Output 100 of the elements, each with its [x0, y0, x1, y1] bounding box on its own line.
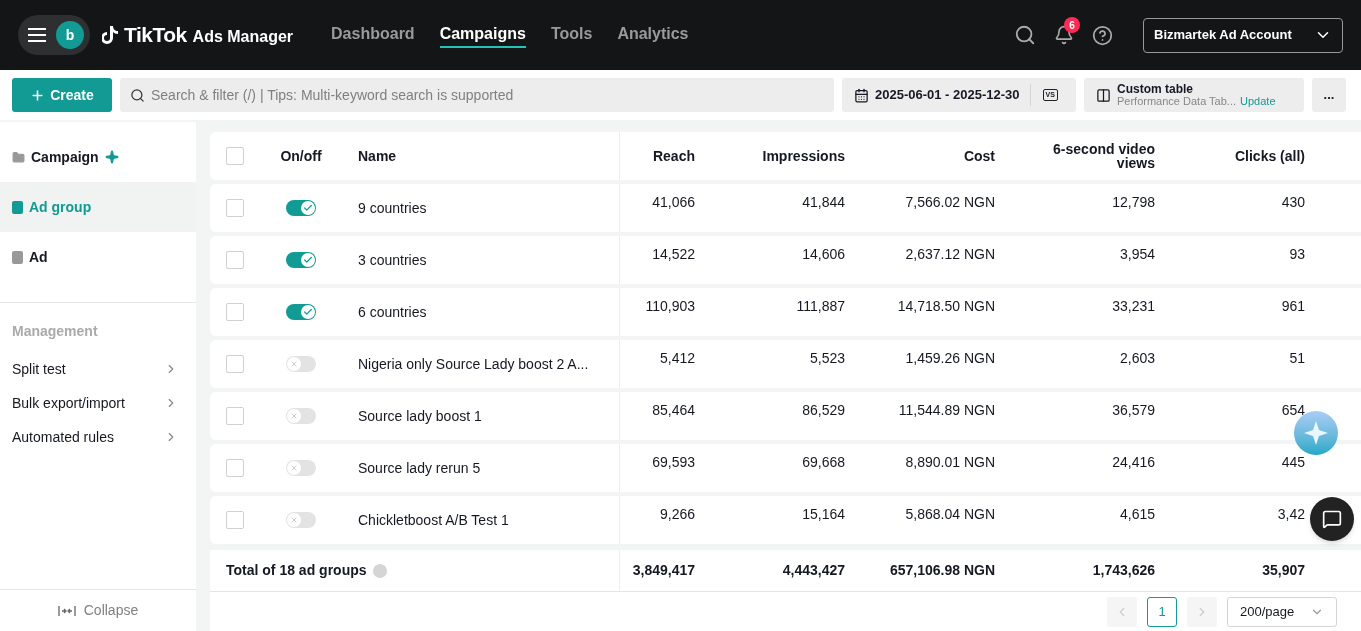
table-cell-text: 85,464 — [652, 401, 695, 420]
table-cell-text: 69,668 — [802, 453, 845, 472]
star-icon — [1303, 420, 1329, 446]
calendar-icon — [854, 87, 869, 103]
collapse-icon — [57, 605, 76, 616]
table-cell-text: 24,416 — [1112, 453, 1155, 472]
nav-tab[interactable]: Tools — [550, 22, 593, 48]
table-cell-text: 12,798 — [1112, 193, 1155, 212]
nav-tab[interactable]: Campaigns — [439, 22, 526, 48]
table-cell-text: 5,868.04 NGN — [905, 505, 995, 524]
management-item[interactable]: Automated rules — [12, 420, 184, 454]
table-cell-text: 2,637.12 NGN — [905, 245, 995, 264]
avatar: b — [56, 21, 84, 49]
x-icon — [290, 516, 298, 524]
toggle-switch[interactable] — [286, 408, 316, 424]
checkbox[interactable] — [226, 199, 244, 217]
table-cell-text: 8,890.01 NGN — [905, 453, 995, 472]
table-row[interactable]: Chickletboost A/B Test 1 9,266 15,164 5,868.04 NGN 4,615 3,42 — [210, 496, 1361, 544]
table-row[interactable]: 3 countries 14,522 14,606 2,637.12 NGN 3,954 93 — [210, 236, 1361, 284]
management-item[interactable]: Split test — [12, 352, 184, 386]
columns-icon — [1096, 87, 1111, 103]
document-icon — [12, 250, 23, 264]
x-icon — [290, 464, 298, 472]
level-tab[interactable]: Ad — [0, 232, 196, 282]
table-cell-text: 9 countries — [358, 198, 427, 218]
table-cell-text: Source lady boost 1 — [358, 406, 482, 426]
total-label: Total of 18 ad groups — [226, 561, 367, 580]
table-row[interactable]: Source lady boost 1 85,464 86,529 11,544.89 NGN 36,579 654 — [210, 392, 1361, 440]
toggle-switch[interactable] — [286, 252, 316, 268]
table-cell-text: 36,579 — [1112, 401, 1155, 420]
table-cell-text: 69,593 — [652, 453, 695, 472]
toggle-switch[interactable] — [286, 460, 316, 476]
toggle-switch[interactable] — [286, 512, 316, 528]
toggle-switch[interactable] — [286, 200, 316, 216]
level-tab[interactable]: Campaign — [0, 132, 196, 182]
table-cell-text: 654 — [1281, 401, 1305, 420]
table-row[interactable]: Source lady rerun 5 69,593 69,668 8,890.01 NGN 24,416 445 — [210, 444, 1361, 492]
collapse-button[interactable]: Collapse — [0, 589, 196, 631]
search-icon[interactable] — [1014, 24, 1036, 46]
search-input[interactable]: Search & filter (/) | Tips: Multi-keyword search is supported — [151, 84, 824, 106]
table-cell-text: 11,544.89 NGN — [898, 401, 995, 420]
table-cell-text: 7,566.02 NGN — [905, 193, 995, 212]
table-cell-text: 1,743,626 — [1092, 561, 1155, 580]
sparkle-icon — [104, 150, 119, 164]
table-cell-text: Nigeria only Source Lady boost 2 A... — [358, 354, 589, 374]
table-cell-text: 6 countries — [358, 302, 427, 322]
page-button[interactable]: 1 — [1147, 596, 1177, 627]
checkbox[interactable] — [226, 147, 244, 165]
document-icon — [12, 200, 23, 214]
checkbox[interactable] — [226, 303, 244, 321]
table-row[interactable]: 9 countries 41,066 41,844 7,566.02 NGN 12,798 430 — [210, 184, 1361, 232]
table-cell-text: 15,164 — [802, 505, 845, 524]
checkbox[interactable] — [226, 459, 244, 477]
nav-tab[interactable]: Dashboard — [331, 22, 415, 48]
table-cell-text: 9,266 — [659, 505, 695, 524]
table-cell-text: 4,615 — [1119, 505, 1155, 524]
column-header: Impressions — [762, 149, 845, 163]
table-cell-text: 430 — [1281, 193, 1305, 212]
table-cell-text: 111,887 — [796, 297, 845, 316]
table-cell-text: 14,522 — [652, 245, 695, 264]
checkbox[interactable] — [226, 511, 244, 529]
previous-page-button[interactable] — [1107, 596, 1137, 627]
table-cell-text: 961 — [1281, 297, 1305, 316]
date-range: 2025-06-01 - 2025-12-30 — [875, 86, 1020, 105]
table-cell-text: Chickletboost A/B Test 1 — [358, 510, 509, 530]
table-row[interactable]: 6 countries 110,903 111,887 14,718.50 NGN 33,231 961 — [210, 288, 1361, 336]
checkbox[interactable] — [226, 355, 244, 373]
column-header: Name — [358, 146, 397, 166]
page-size-selector[interactable]: 200/page — [1227, 596, 1337, 627]
table-name: Performance Data Tab... — [1117, 95, 1237, 107]
more-button[interactable]: ... — [1312, 78, 1346, 112]
table-cell-text: 51 — [1289, 349, 1305, 368]
checkbox[interactable] — [226, 251, 244, 269]
table-cell-text: 14,718.50 NGN — [897, 297, 995, 316]
table-cell-text: 4,443,427 — [782, 561, 845, 580]
table-cell-text: 3,42 — [1277, 505, 1305, 524]
notification-badge: 6 — [1064, 17, 1080, 33]
toggle-switch[interactable] — [286, 304, 316, 320]
product-name: Ads Manager — [192, 27, 294, 47]
management-item[interactable]: Bulk export/import — [12, 386, 184, 420]
table-row[interactable]: Nigeria only Source Lady boost 2 A... 5,412 5,523 1,459.26 NGN 2,603 51 — [210, 340, 1361, 388]
table-cell-text: 3,954 — [1119, 245, 1155, 264]
search-field[interactable]: Search & filter (/) | Tips: Multi-keyword search is supported — [120, 78, 834, 112]
custom-table-selector[interactable]: Custom table Performance Data Tab... Update — [1084, 78, 1304, 112]
nav-tab[interactable]: Analytics — [617, 22, 689, 48]
account-selector[interactable]: Bizmartek Ad Account — [1143, 17, 1343, 53]
table-cell-text: 2,603 — [1119, 349, 1155, 368]
table-cell-text: 93 — [1289, 245, 1305, 264]
table-cell-text: 3,849,417 — [632, 561, 695, 580]
table-cell-text: 3 countries — [358, 250, 427, 270]
chat-icon — [1322, 509, 1342, 529]
folder-icon — [12, 150, 25, 164]
table-cell-text: 5,523 — [809, 349, 845, 368]
x-icon — [290, 360, 298, 368]
search-icon — [130, 87, 145, 103]
column-header: 6-second video views — [1052, 142, 1155, 170]
toggle-switch[interactable] — [286, 356, 316, 372]
next-page-button[interactable] — [1187, 596, 1217, 627]
checkbox[interactable] — [226, 407, 244, 425]
table-cell-text: 41,844 — [802, 193, 845, 212]
